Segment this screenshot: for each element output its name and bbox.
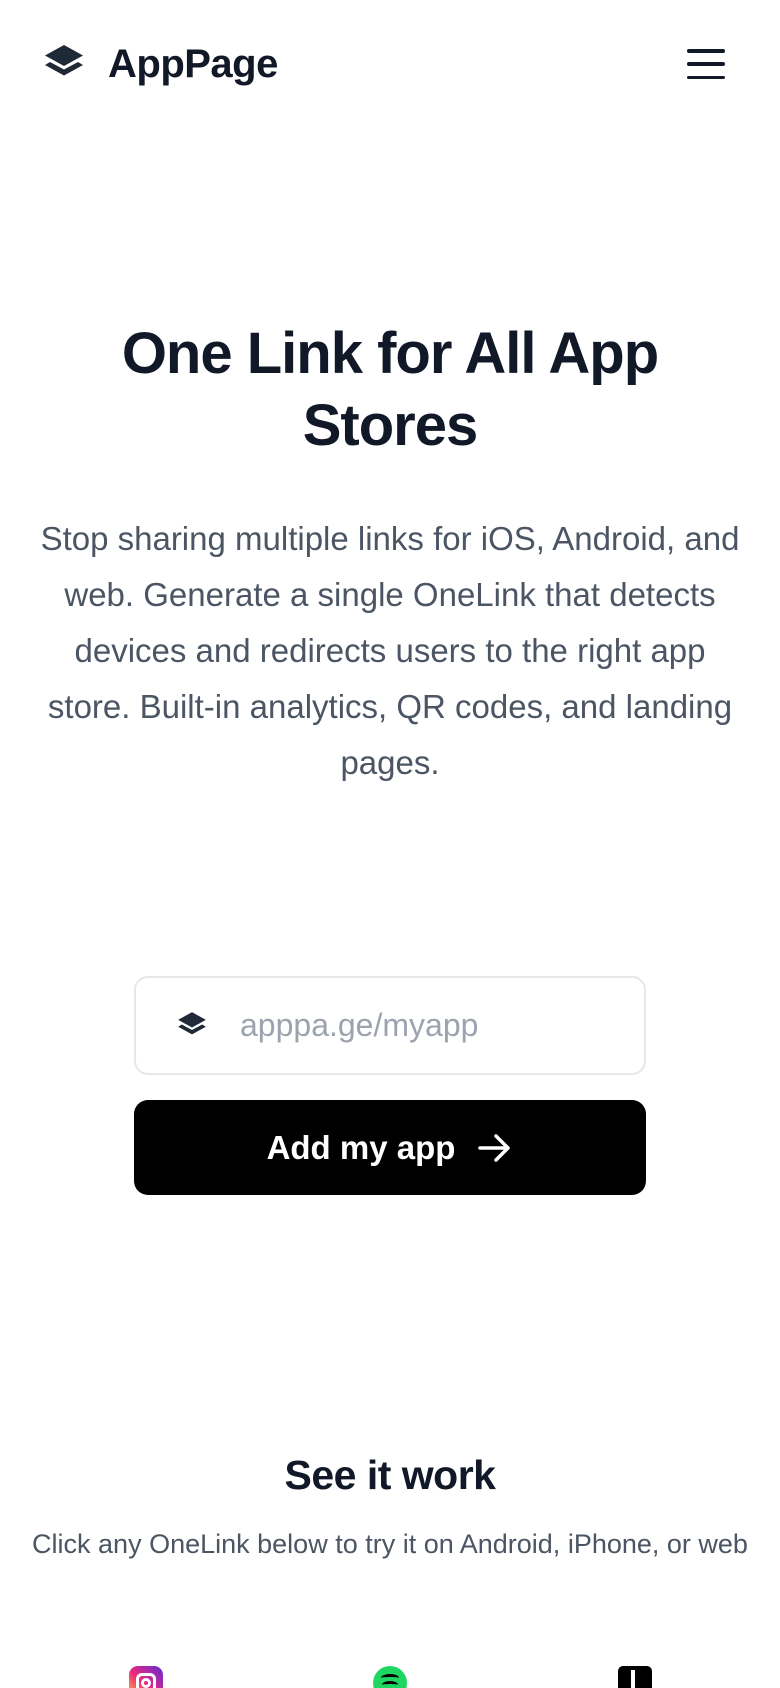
landing-page: AppPage One Link for All App Stores Stop… bbox=[0, 0, 780, 1688]
hero-title: One Link for All App Stores bbox=[121, 321, 659, 458]
spotify-wave bbox=[382, 1681, 398, 1688]
hero-description: Stop sharing multiple links for iOS, And… bbox=[40, 520, 740, 781]
instagram-lens bbox=[141, 1678, 151, 1688]
layers-icon bbox=[45, 45, 83, 76]
see-it-work-description: Click any OneLink below to try it on And… bbox=[32, 1529, 748, 1559]
layers-icon bbox=[178, 1011, 206, 1034]
menu-line bbox=[687, 49, 725, 53]
brand-logo-link[interactable]: AppPage bbox=[42, 42, 278, 87]
top-navbar: AppPage bbox=[0, 0, 780, 128]
instagram-icon[interactable] bbox=[129, 1666, 163, 1688]
arrow-right-icon bbox=[478, 1133, 511, 1162]
brand-name: AppPage bbox=[108, 41, 278, 86]
tiktok-note bbox=[631, 1670, 635, 1688]
app-url-input[interactable] bbox=[240, 1007, 620, 1044]
hamburger-menu-icon[interactable] bbox=[684, 44, 728, 84]
see-it-work-title: See it work bbox=[284, 1452, 496, 1498]
spotify-icon[interactable] bbox=[373, 1666, 407, 1688]
add-my-app-button[interactable]: Add my app bbox=[134, 1100, 646, 1195]
tiktok-icon[interactable] bbox=[618, 1666, 652, 1688]
add-my-app-label: Add my app bbox=[266, 1128, 456, 1166]
menu-line bbox=[687, 62, 725, 66]
app-url-field[interactable] bbox=[134, 976, 646, 1075]
menu-line bbox=[687, 75, 725, 79]
